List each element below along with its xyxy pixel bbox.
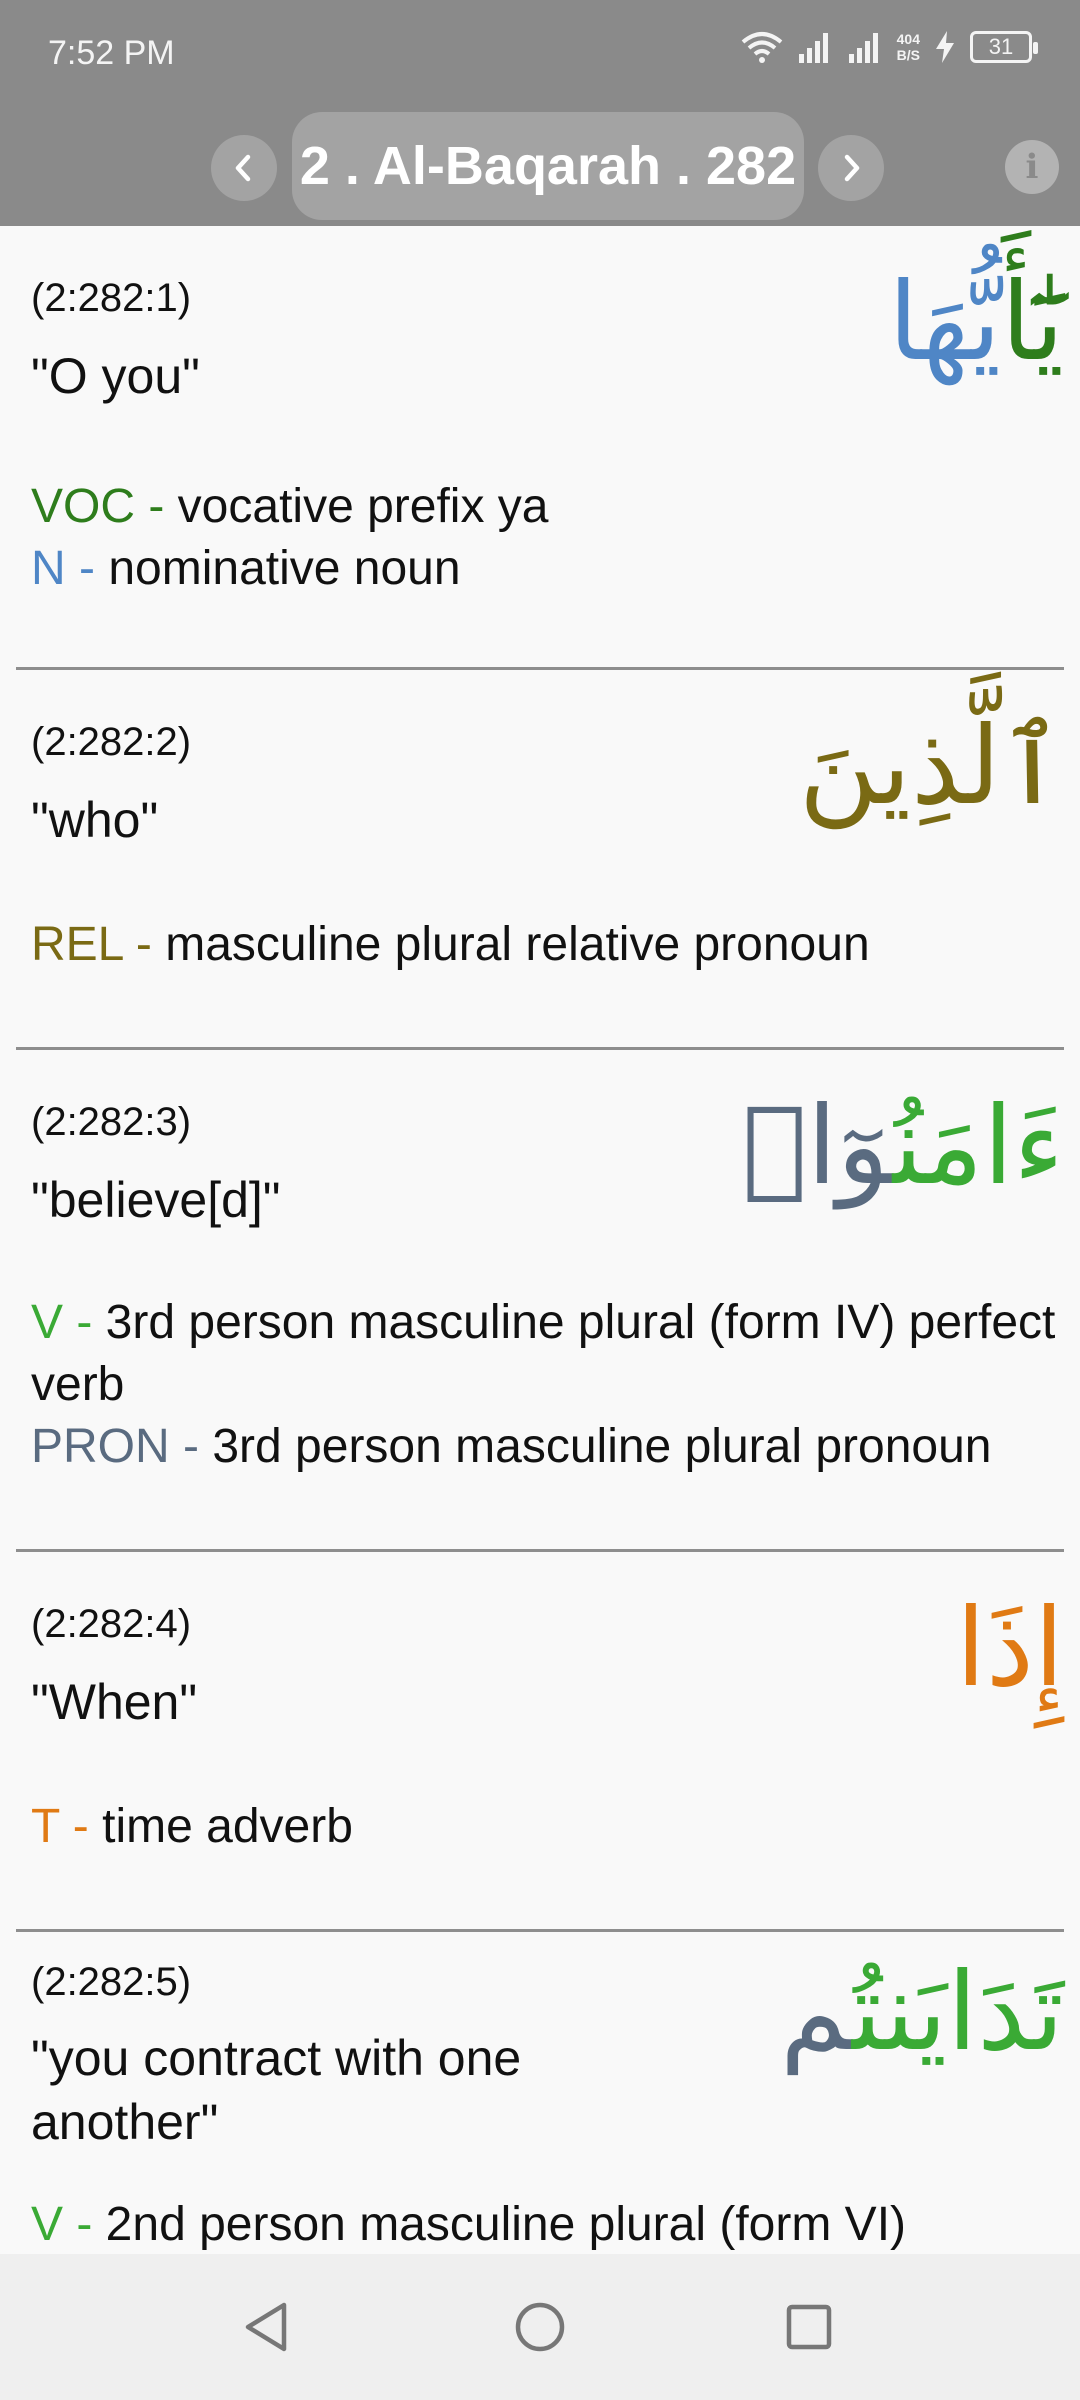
tag-abbr: PRON - bbox=[31, 1420, 213, 1473]
word-location: (2:282:4) bbox=[31, 1602, 192, 1646]
word-gloss: "O you" bbox=[31, 348, 200, 404]
morphology-tags: REL - masculine plural relative pronoun bbox=[31, 914, 1071, 976]
net-speed: 404 B/S bbox=[897, 31, 920, 63]
battery-icon: 31 bbox=[970, 31, 1038, 63]
tag-abbr: V - bbox=[31, 2198, 106, 2251]
recents-button[interactable] bbox=[776, 2294, 842, 2360]
word-location: (2:282:2) bbox=[31, 720, 192, 764]
tag-line: V - 3rd person masculine plural (form IV… bbox=[31, 1292, 1071, 1416]
word-gloss: "When" bbox=[31, 1674, 198, 1730]
arabic-word: إِذَا bbox=[956, 1574, 1064, 1724]
tag-desc: 2nd person masculine plural (form VI) bbox=[105, 2198, 907, 2251]
arabic-segment: م bbox=[780, 1950, 852, 2075]
arabic-word: ٱلَّذِينَ bbox=[799, 692, 1064, 842]
tag-abbr: VOC - bbox=[31, 480, 178, 533]
morphology-tags: VOC - vocative prefix ya N - nominative … bbox=[31, 476, 1071, 600]
tag-line: T - time adverb bbox=[31, 1796, 1071, 1858]
signal-icon-1 bbox=[797, 30, 833, 64]
word-card[interactable]: (2:282:5) "you contract with one another… bbox=[16, 1932, 1064, 2254]
word-card[interactable]: (2:282:4) "When" إِذَا T - time adverb bbox=[16, 1552, 1064, 1932]
tag-line: N - nominative noun bbox=[31, 538, 1071, 600]
status-icons: 404 B/S 31 bbox=[741, 30, 1038, 64]
arabic-segment: إِذَا bbox=[955, 1586, 1064, 1711]
net-speed-unit: B/S bbox=[896, 47, 920, 63]
word-card[interactable]: (2:282:2) "who" ٱلَّذِينَ REL - masculin… bbox=[16, 670, 1064, 1050]
tag-desc: 3rd person masculine plural (form IV) pe… bbox=[31, 1296, 1056, 1411]
previous-verse-button[interactable] bbox=[211, 135, 277, 201]
charging-icon bbox=[934, 30, 956, 64]
next-verse-button[interactable] bbox=[818, 135, 884, 201]
word-location: (2:282:3) bbox=[31, 1100, 192, 1144]
word-gloss: "believe[d]" bbox=[31, 1172, 281, 1228]
verse-title-button[interactable]: 2 . Al-Baqarah . 282 bbox=[292, 112, 804, 220]
word-location: (2:282:5) bbox=[31, 1960, 192, 2004]
app-bar: 7:52 PM 404 B/S 31 2 . Al-Baqarah . 282 … bbox=[0, 0, 1080, 226]
status-bar: 7:52 PM 404 B/S 31 bbox=[0, 0, 1080, 110]
arabic-segment: ٱلَّذِينَ bbox=[798, 704, 1064, 829]
tag-desc: nominative noun bbox=[108, 542, 461, 595]
word-location: (2:282:1) bbox=[31, 276, 192, 320]
tag-line: PRON - 3rd person masculine plural prono… bbox=[31, 1416, 1071, 1478]
home-button[interactable] bbox=[507, 2294, 573, 2360]
arabic-word: يَٰٓأَيُّهَا bbox=[888, 248, 1064, 398]
arabic-segment: يَٰٓأَ bbox=[1001, 260, 1064, 385]
arabic-word: ءَامَنُوٓا۟ bbox=[742, 1072, 1064, 1222]
tag-line: V - 2nd person masculine plural (form VI… bbox=[31, 2194, 1071, 2254]
home-circle-icon bbox=[515, 2302, 565, 2352]
tag-desc: vocative prefix ya bbox=[177, 480, 549, 533]
morphology-tags: V - 2nd person masculine plural (form VI… bbox=[31, 2194, 1071, 2254]
word-card[interactable]: (2:282:3) "believe[d]" ءَامَنُوٓا۟ V - 3… bbox=[16, 1050, 1064, 1552]
word-gloss: "who" bbox=[31, 792, 159, 848]
recents-square-icon bbox=[786, 2304, 832, 2350]
info-button[interactable]: i bbox=[1005, 140, 1059, 194]
tag-desc: time adverb bbox=[102, 1800, 353, 1853]
system-nav-bar bbox=[0, 2254, 1080, 2400]
arabic-segment: ءَامَنُ bbox=[892, 1084, 1064, 1209]
tag-desc: masculine plural relative pronoun bbox=[165, 918, 870, 971]
morphology-tags: T - time adverb bbox=[31, 1796, 1071, 1858]
chevron-right-icon bbox=[844, 154, 860, 182]
arabic-segment: يُّهَا bbox=[888, 260, 1002, 385]
tag-abbr: N - bbox=[31, 542, 109, 595]
info-icon: i bbox=[1025, 147, 1039, 187]
tag-abbr: REL - bbox=[31, 918, 166, 971]
word-gloss: "you contract with one another" bbox=[31, 2030, 522, 2150]
net-speed-value: 404 bbox=[896, 31, 920, 47]
verse-title: 2 . Al-Baqarah . 282 bbox=[299, 136, 797, 196]
surah-nav: 2 . Al-Baqarah . 282 i bbox=[0, 112, 1080, 224]
word-list[interactable]: (2:282:1) "O you" يَٰٓأَيُّهَا VOC - voc… bbox=[0, 226, 1080, 2254]
arabic-segment: وٓا۟ bbox=[742, 1084, 893, 1209]
tag-abbr: V - bbox=[31, 1296, 106, 1349]
tag-line: REL - masculine plural relative pronoun bbox=[31, 914, 1071, 976]
morphology-tags: V - 3rd person masculine plural (form IV… bbox=[31, 1292, 1071, 1478]
wifi-icon bbox=[741, 30, 783, 64]
tag-line: VOC - vocative prefix ya bbox=[31, 476, 1071, 538]
word-card[interactable]: (2:282:1) "O you" يَٰٓأَيُّهَا VOC - voc… bbox=[16, 226, 1064, 670]
tag-abbr: T - bbox=[31, 1800, 103, 1853]
arabic-word: تَدَايَنتُم bbox=[780, 1938, 1064, 2088]
arabic-segment: تَدَايَنتُ bbox=[852, 1950, 1064, 2075]
battery-level: 31 bbox=[988, 34, 1014, 59]
back-button[interactable] bbox=[233, 2294, 299, 2360]
chevron-left-icon bbox=[235, 154, 251, 182]
tag-desc: 3rd person masculine plural pronoun bbox=[212, 1420, 992, 1473]
status-time: 7:52 PM bbox=[48, 34, 175, 72]
back-triangle-icon bbox=[245, 2302, 287, 2352]
signal-icon-2 bbox=[847, 30, 883, 64]
